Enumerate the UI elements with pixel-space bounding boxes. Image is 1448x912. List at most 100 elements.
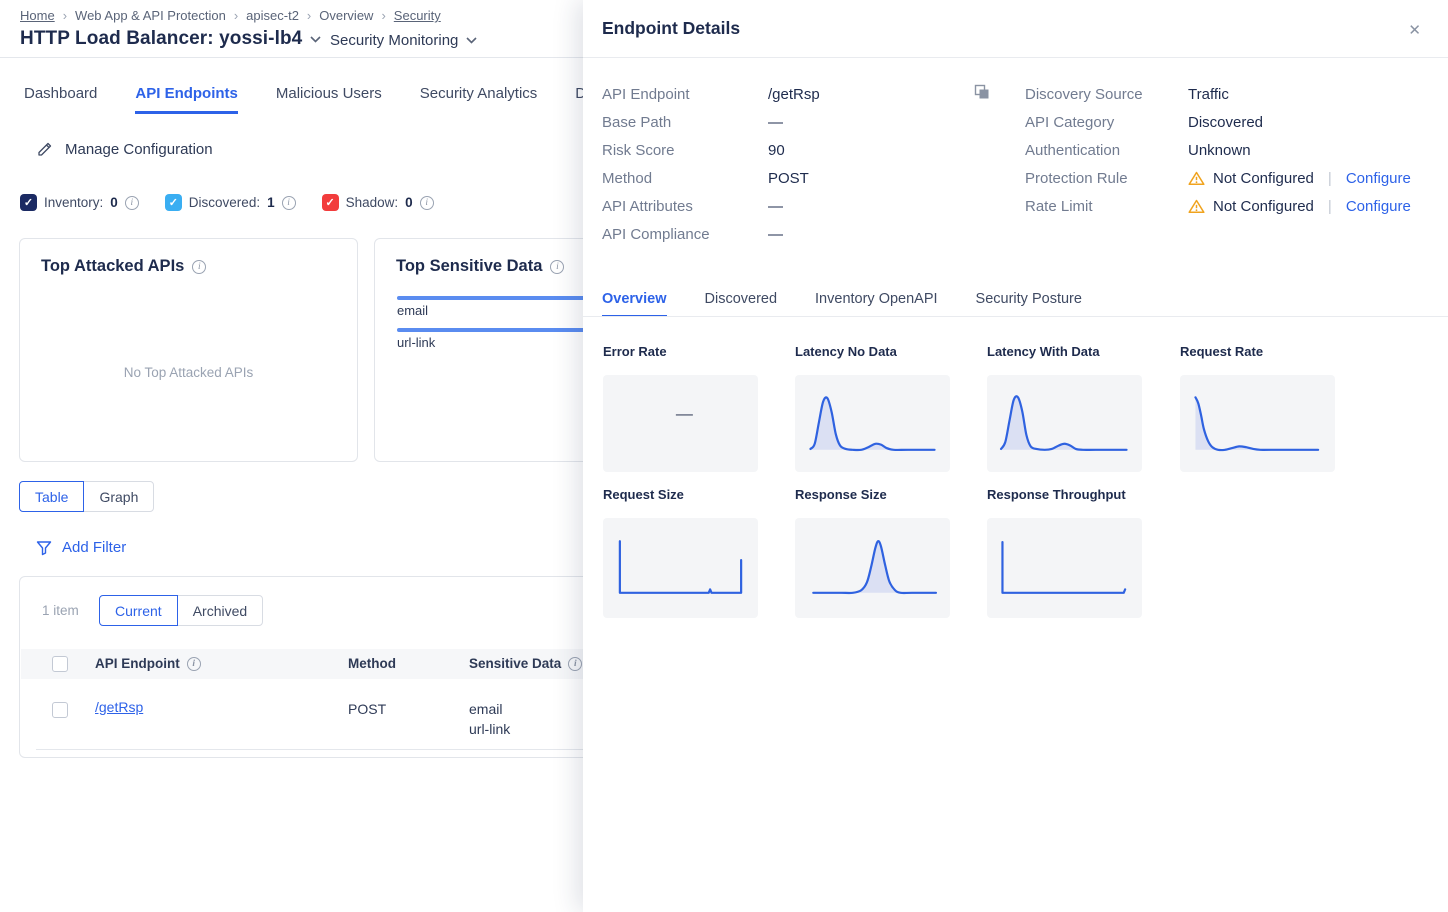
detail-label: API Attributes: [602, 198, 693, 215]
rate-limit-status: Not Configured: [1213, 198, 1314, 215]
funnel-icon: [36, 540, 52, 556]
configure-rate-limit-link[interactable]: Configure: [1346, 198, 1411, 215]
main-tab-bar: Dashboard API Endpoints Malicious Users …: [24, 85, 615, 114]
info-icon[interactable]: i: [282, 196, 296, 210]
info-icon[interactable]: i: [187, 657, 201, 671]
sensitive-data-label-email: email: [397, 303, 428, 318]
detail-label: Authentication: [1025, 142, 1120, 159]
page-title: HTTP Load Balancer: yossi-lb4: [20, 28, 302, 50]
column-api-endpoint[interactable]: API Endpoint i: [95, 656, 201, 671]
separator: |: [1328, 170, 1332, 187]
item-count: 1 item: [42, 603, 79, 618]
breadcrumb-separator: ›: [381, 8, 385, 23]
detail-label: Rate Limit: [1025, 198, 1093, 215]
panel-title: Endpoint Details: [602, 18, 740, 39]
chart-title-latency-with-data: Latency With Data: [987, 344, 1100, 359]
legend-inventory: ✓ Inventory: 0 i: [20, 194, 139, 211]
detail-value-api-category: Discovered: [1188, 114, 1263, 131]
breadcrumb-separator: ›: [63, 8, 67, 23]
endpoint-legend: ✓ Inventory: 0 i ✓ Discovered: 1 i ✓ Sha…: [20, 194, 434, 211]
detail-value-method: POST: [768, 170, 809, 187]
chart-title-latency-no-data: Latency No Data: [795, 344, 897, 359]
tab-malicious-users[interactable]: Malicious Users: [276, 85, 382, 114]
detail-value-risk-score: 90: [768, 142, 785, 159]
panel-tab-bar: Overview Discovered Inventory OpenAPI Se…: [602, 291, 1082, 317]
breadcrumb-waap[interactable]: Web App & API Protection: [75, 8, 226, 23]
detail-label: Method: [602, 170, 652, 187]
legend-shadow: ✓ Shadow: 0 i: [322, 194, 434, 211]
info-icon[interactable]: i: [568, 657, 582, 671]
top-attacked-apis-title: Top Attacked APIs: [41, 257, 184, 276]
chart-title-response-throughput: Response Throughput: [987, 487, 1126, 502]
info-icon[interactable]: i: [125, 196, 139, 210]
tab-security-analytics[interactable]: Security Analytics: [420, 85, 538, 114]
response-size-chart: [795, 518, 950, 618]
detail-label: Base Path: [602, 114, 671, 131]
sensitive-data-cell: email url-link: [469, 699, 510, 739]
legend-discovered-count: 1: [267, 195, 275, 210]
chart-title-request-rate: Request Rate: [1180, 344, 1263, 359]
breadcrumb-separator: ›: [234, 8, 238, 23]
archived-button[interactable]: Archived: [177, 595, 263, 626]
tab-dashboard[interactable]: Dashboard: [24, 85, 97, 114]
close-icon[interactable]: ✕: [1408, 21, 1421, 39]
panel-tab-security-posture[interactable]: Security Posture: [976, 291, 1082, 317]
page-title-row: HTTP Load Balancer: yossi-lb4: [20, 28, 321, 50]
graph-view-button[interactable]: Graph: [83, 481, 154, 512]
separator: |: [1328, 198, 1332, 215]
endpoint-link[interactable]: /getRsp: [95, 699, 143, 715]
chart-title-request-size: Request Size: [603, 487, 684, 502]
current-button[interactable]: Current: [99, 595, 178, 626]
security-monitoring-label: Security Monitoring: [330, 32, 458, 49]
column-method[interactable]: Method: [348, 656, 396, 671]
configure-protection-rule-link[interactable]: Configure: [1346, 170, 1411, 187]
detail-value-api-attributes: —: [768, 198, 783, 215]
pencil-icon: [36, 141, 53, 158]
table-view-button[interactable]: Table: [19, 481, 84, 512]
warning-icon: [1188, 199, 1205, 214]
inventory-checkbox[interactable]: ✓: [20, 194, 37, 211]
panel-tab-inventory-openapi[interactable]: Inventory OpenAPI: [815, 291, 938, 317]
row-checkbox[interactable]: [52, 702, 68, 718]
panel-divider: [583, 57, 1448, 58]
detail-value-authentication: Unknown: [1188, 142, 1251, 159]
detail-value-discovery-source: Traffic: [1188, 86, 1229, 103]
info-icon[interactable]: i: [420, 196, 434, 210]
endpoint-details-panel: Endpoint Details ✕ API Endpoint /getRsp …: [583, 0, 1448, 912]
add-filter-button[interactable]: Add Filter: [36, 539, 126, 556]
request-size-chart: [603, 518, 758, 618]
shadow-checkbox[interactable]: ✓: [322, 194, 339, 211]
legend-inventory-label: Inventory:: [44, 195, 103, 210]
breadcrumb-security[interactable]: Security: [394, 8, 441, 23]
breadcrumb-overview[interactable]: Overview: [319, 8, 373, 23]
discovered-checkbox[interactable]: ✓: [165, 194, 182, 211]
chart-title-error-rate: Error Rate: [603, 344, 667, 359]
manage-configuration-button[interactable]: Manage Configuration: [36, 141, 213, 158]
copy-icon[interactable]: [973, 83, 991, 101]
breadcrumb: Home › Web App & API Protection › apisec…: [20, 8, 441, 23]
protection-rule-status: Not Configured: [1213, 170, 1314, 187]
detail-value-api-endpoint: /getRsp: [768, 86, 820, 103]
check-icon: ✓: [24, 196, 33, 209]
detail-label: API Endpoint: [602, 86, 690, 103]
method-cell: POST: [348, 699, 386, 719]
info-icon[interactable]: i: [550, 260, 564, 274]
security-monitoring-dropdown[interactable]: Security Monitoring: [330, 32, 477, 49]
legend-discovered: ✓ Discovered: 1 i: [165, 194, 296, 211]
info-icon[interactable]: i: [192, 260, 206, 274]
state-toggle: Current Archived: [99, 595, 263, 626]
detail-label: Protection Rule: [1025, 170, 1128, 187]
breadcrumb-namespace[interactable]: apisec-t2: [246, 8, 299, 23]
top-sensitive-data-title: Top Sensitive Data: [396, 257, 542, 276]
check-icon: ✓: [169, 196, 178, 209]
tab-api-endpoints[interactable]: API Endpoints: [135, 85, 238, 114]
column-sensitive-data[interactable]: Sensitive Data i: [469, 656, 582, 671]
select-all-checkbox[interactable]: [52, 656, 68, 672]
panel-tab-discovered[interactable]: Discovered: [705, 291, 778, 317]
chevron-down-icon: [466, 37, 477, 44]
breadcrumb-home[interactable]: Home: [20, 8, 55, 23]
panel-tab-overview[interactable]: Overview: [602, 291, 667, 317]
legend-inventory-count: 0: [110, 195, 118, 210]
chevron-down-icon[interactable]: [310, 36, 321, 43]
legend-discovered-label: Discovered:: [189, 195, 260, 210]
